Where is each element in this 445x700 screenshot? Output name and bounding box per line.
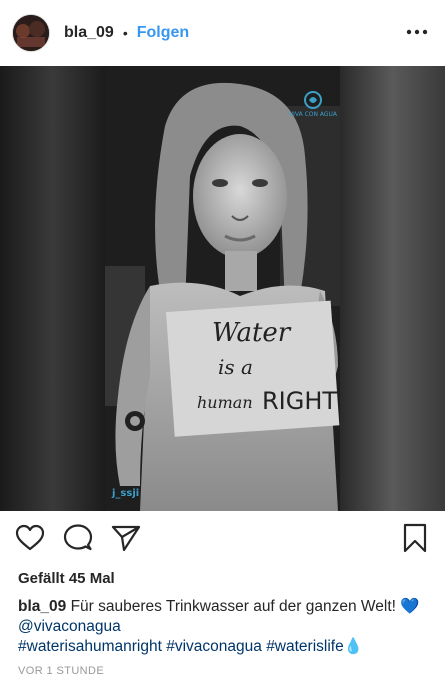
caption-username[interactable]: bla_09	[18, 598, 66, 615]
likes-count[interactable]: Gefällt 45 Mal	[18, 570, 115, 587]
sign-line-3a: human	[197, 393, 253, 412]
follow-button[interactable]: Folgen	[137, 24, 189, 42]
blue-heart-emoji: 💙	[400, 598, 420, 615]
post-image[interactable]: Water is a human RIGHT VIVA CON AGUA j_s…	[0, 66, 445, 511]
comment-icon[interactable]	[62, 522, 94, 554]
hashtag-link[interactable]: #vivaconagua	[166, 638, 262, 655]
heart-icon[interactable]	[14, 522, 46, 554]
action-bar	[0, 518, 445, 562]
separator-dot: •	[122, 25, 128, 41]
droplet-emoji: 💧	[343, 638, 364, 655]
sign-line-2: is a	[218, 355, 253, 379]
avatar-image	[13, 15, 49, 51]
watermark: j_ssji	[111, 488, 139, 499]
logo-text: VIVA CON AGUA	[289, 111, 338, 118]
caption-mention[interactable]: @vivaconagua	[18, 618, 121, 635]
more-options-icon[interactable]	[405, 20, 429, 44]
caption-text: Für sauberes Trinkwasser auf der ganzen …	[70, 598, 396, 615]
bookmark-icon[interactable]	[399, 522, 431, 554]
hashtag-link[interactable]: #waterislife	[266, 638, 344, 655]
sign-line-3b: RIGHT	[262, 387, 337, 415]
paper-plane-icon[interactable]	[110, 522, 142, 554]
avatar[interactable]	[12, 14, 50, 52]
post-timestamp: VOR 1 STUNDE	[18, 665, 105, 677]
post-header: bla_09 • Folgen	[0, 0, 445, 66]
post-caption: bla_09 Für sauberes Trinkwasser auf der …	[18, 597, 428, 657]
post-username[interactable]: bla_09	[64, 24, 114, 42]
sign-line-1: Water	[212, 318, 292, 348]
hashtag-link[interactable]: #waterisahumanright	[18, 638, 162, 655]
